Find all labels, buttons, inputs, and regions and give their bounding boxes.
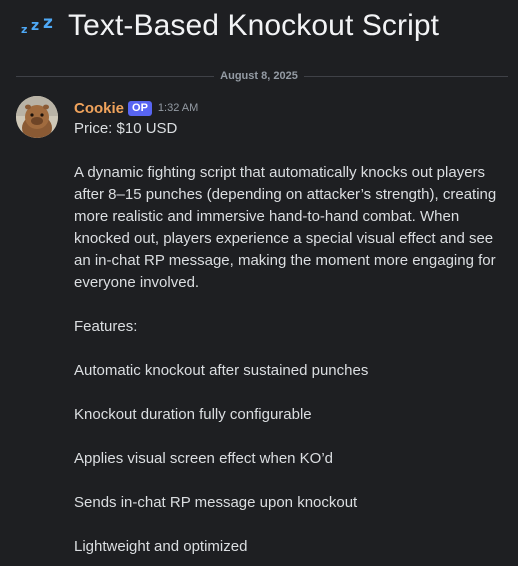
feature-item: Applies visual screen effect when KO’d (74, 450, 334, 467)
zzz-icon: zzz (21, 13, 53, 36)
author-name[interactable]: Cookie (74, 100, 124, 117)
avatar-image (16, 96, 58, 138)
description-paragraph: A dynamic fighting script that automatic… (74, 164, 497, 291)
timestamp[interactable]: 1:32 AM (158, 102, 198, 114)
date-divider: August 8, 2025 (0, 70, 518, 82)
feature-item: Knockout duration fully configurable (74, 406, 312, 423)
message: Cookie OP 1:32 AM Price: $10 USD A dynam… (74, 98, 510, 558)
feature-item: Automatic knockout after sustained punch… (74, 362, 369, 379)
avatar[interactable] (16, 96, 58, 138)
op-badge: OP (128, 100, 152, 116)
thread-header: zzz Text-Based Knockout Script (20, 8, 439, 44)
thread-title: Text-Based Knockout Script (68, 9, 440, 42)
price-line: Price: $10 USD (74, 120, 178, 137)
feature-item: Sends in-chat RP message upon knockout (74, 494, 358, 511)
feature-item: Lightweight and optimized (74, 538, 248, 555)
message-body: Price: $10 USD A dynamic fighting script… (74, 118, 510, 558)
features-heading: Features: (74, 318, 138, 335)
date-divider-label: August 8, 2025 (214, 70, 304, 82)
message-header: Cookie OP 1:32 AM (74, 98, 510, 118)
